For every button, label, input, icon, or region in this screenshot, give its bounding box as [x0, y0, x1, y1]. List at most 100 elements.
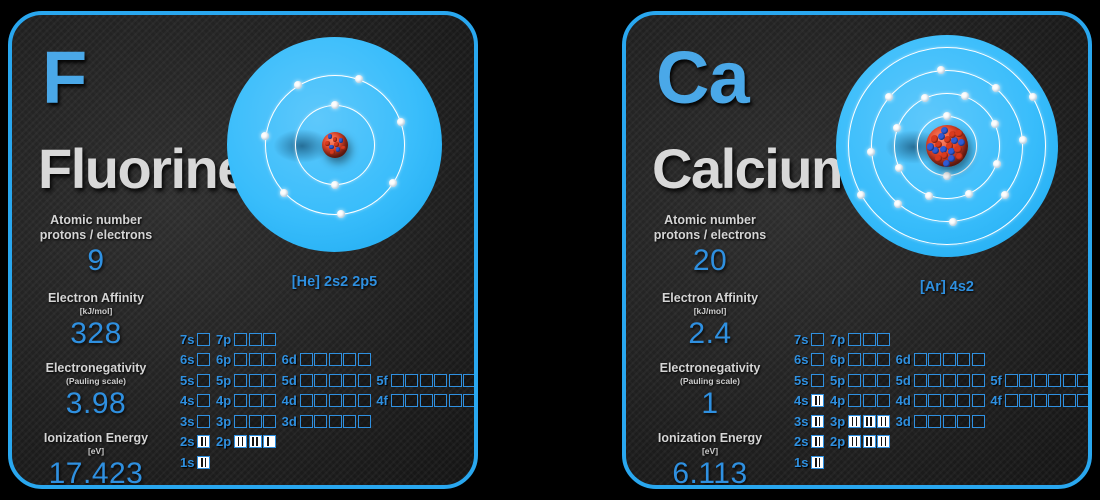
orbital-box-filled [862, 414, 876, 428]
orbital-box-group [234, 353, 278, 367]
neutron-dot [332, 137, 338, 142]
property-electronegativity: Electronegativity (Pauling scale) 1 [634, 361, 786, 421]
orbital-box-group [299, 414, 373, 428]
orbital-row: 3s 3p 3d [794, 411, 1088, 432]
orbital-row: 3s 3p 3d [180, 411, 474, 432]
orbital-box-empty [248, 353, 262, 367]
electron-dot [354, 74, 363, 83]
orbital-subshell-label: 3s [794, 413, 809, 429]
orbital-box-empty [314, 353, 328, 367]
property-value: 20 [692, 243, 728, 277]
orbital-subshell-label: 5s [794, 372, 809, 388]
electron-dot [294, 80, 303, 89]
orbital-box-empty [928, 394, 942, 408]
orbital-box-empty [448, 394, 462, 408]
orbital-box-group [848, 394, 892, 408]
orbital-box-empty [928, 353, 942, 367]
orbital-box-group [1004, 373, 1088, 387]
orbital-subshell-label: 4d [281, 393, 297, 409]
property-value: 9 [87, 243, 105, 277]
property-value: 328 [70, 317, 122, 351]
orbital-box-empty [197, 332, 211, 346]
orbital-box-filled [811, 455, 825, 469]
orbital-subshell-label: 4s [180, 393, 195, 409]
orbital-box-empty [390, 394, 404, 408]
orbital-box-filled [848, 435, 862, 449]
neutron-dot [956, 152, 964, 160]
orbital-box-empty [848, 394, 862, 408]
orbital-box-group [811, 353, 826, 367]
orbital-box-empty [942, 353, 956, 367]
orbital-box-group [913, 353, 987, 367]
property-value: 17.423 [48, 457, 144, 489]
orbital-subshell-label: 4d [895, 393, 911, 409]
property-ionization-energy: Ionization Energy [eV] 17.423 [20, 431, 172, 489]
orbital-box-empty [1077, 373, 1088, 387]
property-list: Atomic number protons / electrons 20 Ele… [634, 213, 786, 489]
property-unit: (Pauling scale) [680, 376, 740, 387]
property-electron-affinity: Electron Affinity [kJ/mol] 2.4 [634, 291, 786, 351]
orbital-subshell-label: 3d [281, 413, 297, 429]
orbital-filling-diagram: 7s 7p 6s 6p 6d 5s 5p 5d 5f 4s 4p 4d 4f 3s 3p 3d 2s 2p 1s [180, 329, 474, 473]
proton-dot [926, 143, 934, 151]
orbital-box-empty [328, 353, 342, 367]
neutron-dot [934, 155, 942, 163]
orbital-box-group [811, 414, 826, 428]
orbital-box-empty [357, 373, 371, 387]
proton-dot [941, 126, 949, 134]
orbital-box-group [811, 373, 826, 387]
orbital-box-empty [913, 373, 927, 387]
orbital-box-group [913, 414, 987, 428]
property-label: Electron Affinity [661, 291, 759, 306]
orbital-box-empty [957, 353, 971, 367]
electron-dot [1028, 92, 1037, 101]
orbital-subshell-label: 4s [794, 393, 809, 409]
orbital-subshell-label: 6s [794, 352, 809, 368]
orbital-box-empty [248, 332, 262, 346]
orbital-box-empty [314, 373, 328, 387]
orbital-row: 5s 5p 5d 5f [794, 370, 1088, 391]
orbital-subshell-label: 7p [215, 331, 232, 347]
orbital-box-empty [263, 414, 277, 428]
orbital-box-empty [357, 414, 371, 428]
element-name: Fluorine [38, 137, 248, 200]
orbital-box-group [848, 373, 892, 387]
neutron-dot [955, 130, 963, 138]
orbital-box-group [197, 435, 212, 449]
noble-gas-configuration: [Ar] 4s2 [920, 279, 974, 295]
orbital-box-empty [343, 414, 357, 428]
orbital-box-empty [957, 394, 971, 408]
orbital-row: 7s 7p [180, 329, 474, 350]
property-electronegativity: Electronegativity (Pauling scale) 3.98 [20, 361, 172, 421]
orbital-box-empty [463, 373, 474, 387]
orbital-box-empty [971, 353, 985, 367]
orbital-row: 2s 2p [180, 432, 474, 453]
orbital-subshell-label: 3p [215, 413, 232, 429]
orbital-subshell-label: 2p [215, 434, 232, 450]
orbital-box-empty [234, 353, 248, 367]
orbital-box-empty [913, 353, 927, 367]
proton-dot [336, 147, 341, 152]
orbital-box-empty [197, 373, 211, 387]
orbital-box-empty [862, 332, 876, 346]
orbital-subshell-label: 5s [180, 372, 195, 388]
property-value: 6.113 [672, 457, 748, 489]
orbital-box-empty [234, 414, 248, 428]
orbital-box-empty [263, 353, 277, 367]
orbital-box-empty [299, 373, 313, 387]
orbital-subshell-label: 5d [895, 372, 911, 388]
element-card-fluorine: F Fluorine Atomic number protons / elect… [8, 11, 478, 489]
orbital-box-empty [877, 394, 891, 408]
orbital-box-group [390, 394, 474, 408]
orbital-box-group [197, 394, 212, 408]
orbital-box-group [197, 373, 212, 387]
orbital-box-filled [811, 435, 825, 449]
orbital-box-group [234, 332, 278, 346]
neutron-dot [341, 145, 346, 150]
orbital-box-empty [1019, 373, 1033, 387]
orbital-box-empty [848, 332, 862, 346]
orbital-box-group [811, 332, 826, 346]
orbital-box-empty [197, 353, 211, 367]
orbital-box-empty [263, 394, 277, 408]
orbital-filling-diagram: 7s 7p 6s 6p 6d 5s 5p 5d 5f 4s 4p 4d 4f 3s 3p 3d 2s 2p 1s [794, 329, 1088, 473]
